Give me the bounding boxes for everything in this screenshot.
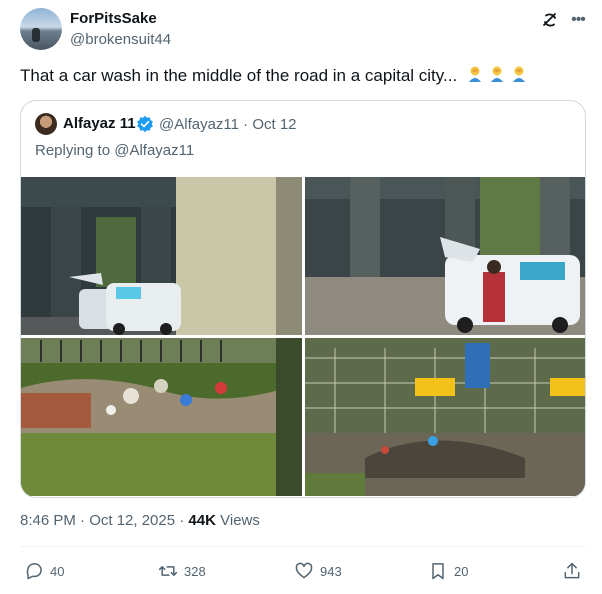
tweet-body: That a car wash in the middle of the roa… xyxy=(20,66,458,85)
replying-to: Replying to @Alfayaz11 xyxy=(35,142,194,159)
author-display-name[interactable]: ForPitsSake xyxy=(70,10,157,27)
fenced-garbage-area-photo[interactable] xyxy=(305,338,585,496)
share-button[interactable] xyxy=(562,560,588,582)
tweet-text: That a car wash in the middle of the roa… xyxy=(20,65,528,87)
divider xyxy=(20,546,586,547)
bookmark-button[interactable]: 20 xyxy=(428,560,468,582)
like-button[interactable]: 943 xyxy=(294,560,342,582)
bookmark-icon xyxy=(432,563,444,580)
replying-to-mention[interactable]: @Alfayaz11 xyxy=(114,142,194,159)
more-options-icon[interactable]: ••• xyxy=(568,10,588,30)
author-avatar[interactable] xyxy=(20,8,62,50)
share-icon xyxy=(564,562,580,579)
reply-button[interactable]: 40 xyxy=(24,560,64,582)
author-handle[interactable]: @brokensuit44 xyxy=(70,31,171,48)
media-grid xyxy=(21,177,585,497)
open-trunk-car-photo[interactable] xyxy=(305,177,585,335)
verified-badge-icon xyxy=(137,115,153,133)
person-facepalming-icon xyxy=(468,66,481,82)
repost-icon xyxy=(158,566,178,576)
heart-icon xyxy=(295,562,313,579)
quoted-author-avatar[interactable] xyxy=(35,113,57,135)
quoted-handle-date: @Alfayaz11 · Oct 12 xyxy=(159,116,297,133)
repost-button[interactable]: 328 xyxy=(158,560,206,582)
reply-icon xyxy=(26,563,42,580)
views-count: 44K xyxy=(188,512,216,529)
person-facepalming-icon xyxy=(512,66,525,82)
bookmark-count: 20 xyxy=(454,563,469,579)
replying-to-label: Replying to xyxy=(35,142,111,159)
tweet-metadata: 8:46 PM · Oct 12, 2025 · 44K Views xyxy=(20,512,260,529)
like-count: 943 xyxy=(320,563,342,579)
timestamp[interactable]: 8:46 PM · Oct 12, 2025 · xyxy=(20,512,184,529)
views-label: Views xyxy=(220,512,260,529)
car-under-flyover-photo[interactable] xyxy=(21,177,302,335)
grok-icon[interactable] xyxy=(540,10,560,30)
reply-count: 40 xyxy=(50,563,65,579)
roadside-garbage-photo[interactable] xyxy=(21,338,302,496)
quoted-author-name[interactable]: Alfayaz 11 xyxy=(63,115,136,132)
tweet: ForPitsSake @brokensuit44 ••• That a car… xyxy=(0,0,602,594)
quoted-tweet[interactable]: Alfayaz 11 @Alfayaz11 · Oct 12 Replying … xyxy=(20,100,586,498)
person-facepalming-icon xyxy=(490,66,503,82)
repost-count: 328 xyxy=(184,563,206,579)
